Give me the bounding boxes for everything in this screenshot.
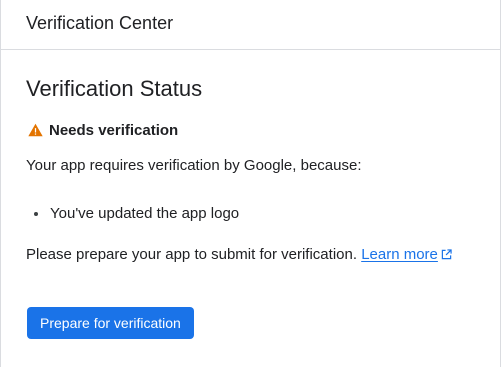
bullet-icon bbox=[34, 212, 38, 216]
learn-more-label: Learn more bbox=[361, 246, 438, 263]
verification-center-panel: Verification Center Verification Status … bbox=[0, 0, 501, 367]
page-title: Verification Center bbox=[26, 13, 174, 33]
learn-more-link[interactable]: Learn more bbox=[361, 246, 438, 263]
prepare-instructions: Please prepare your app to submit for ve… bbox=[26, 245, 452, 265]
prepare-for-verification-button[interactable]: Prepare for verification bbox=[27, 307, 194, 339]
verification-status-heading: Verification Status bbox=[26, 76, 203, 101]
status-badge-label: Needs verification bbox=[49, 121, 179, 139]
verification-description: Your app requires verification by Google… bbox=[26, 157, 362, 174]
reason-text: You've updated the app logo bbox=[50, 205, 240, 222]
list-item: You've updated the app logo bbox=[34, 204, 239, 224]
warning-triangle-icon bbox=[28, 123, 43, 137]
external-link-icon[interactable] bbox=[441, 249, 452, 260]
status-badge: Needs verification bbox=[28, 120, 178, 140]
prepare-text: Please prepare your app to submit for ve… bbox=[26, 246, 358, 263]
panel-header: Verification Center bbox=[1, 0, 500, 50]
